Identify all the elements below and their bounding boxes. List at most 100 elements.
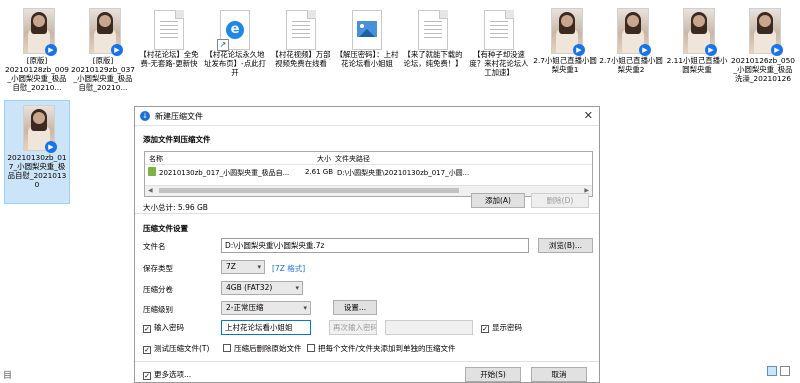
file-label: [原版] — [26, 56, 48, 65]
file-label: 20210128zb_009_小圆梨央重_极品自慰_20210... — [5, 65, 69, 92]
checkbox-checked-icon: ✓ — [143, 372, 151, 380]
file-label: 【村花论坛】全免费-无套路-更新快 — [139, 50, 199, 68]
file-item[interactable]: 【村花视频】万部视频免费在线看 — [268, 4, 334, 102]
file-item[interactable]: ▶ 2.7小姐己直播小圆梨央重1 — [532, 4, 598, 102]
file-label: 2.11小姐己直播小圆梨央重 — [666, 56, 728, 74]
format-info-link[interactable]: [7Z 格式] — [272, 263, 305, 274]
separate-archives-checkbox[interactable]: 把每个文件/文件夹添加到单独的压缩文件 — [307, 344, 456, 354]
text-document-icon — [154, 10, 184, 50]
edge-shortcut-icon: e ↗ — [217, 10, 250, 51]
play-icon: ▶ — [705, 44, 717, 56]
password-input[interactable]: 上村花论坛看小姐姐 — [221, 320, 311, 335]
status-bar-text: 目 — [3, 371, 13, 381]
file-item[interactable]: ▶ [原版] 20210128zb_009_小圆梨央重_极品自慰_20210..… — [4, 4, 70, 102]
scroll-left-icon[interactable]: ◀ — [148, 187, 153, 194]
file-item[interactable]: 【来了就能下载的论坛，纯免费！】 — [400, 4, 466, 102]
text-document-icon — [484, 10, 514, 50]
play-icon: ▶ — [111, 44, 123, 56]
test-archive-checkbox[interactable]: ✓ 测试压缩文件(T) — [143, 344, 209, 354]
filename-input[interactable]: D:\小圆梨央重\小圆梨央重.7z — [221, 238, 529, 253]
file-label: 【村花论坛永久地址发布页】-点此打开 — [204, 50, 266, 77]
column-name[interactable]: 名称 — [149, 154, 163, 164]
play-icon: ▶ — [573, 44, 585, 56]
file-item[interactable]: ▶ 2.11小姐己直播小圆梨央重 — [664, 4, 730, 102]
archive-file-icon — [148, 167, 156, 176]
file-item[interactable]: e ↗ 【村花论坛永久地址发布页】-点此打开 — [202, 4, 268, 102]
image-file-icon — [352, 10, 382, 50]
file-item[interactable]: ▶ 20210126zb_050_小圆梨央重_极品洗澡_20210126 — [730, 4, 796, 102]
file-label: 2.7小姐己直播小圆梨央重2 — [599, 56, 663, 74]
checkbox-checked-icon: ✓ — [481, 325, 489, 333]
chevron-down-icon: ▾ — [257, 263, 261, 271]
view-mode-toggle[interactable] — [764, 366, 794, 378]
file-label: 【来了就能下载的论坛，纯免费！】 — [403, 50, 463, 68]
file-item[interactable]: 【有种子却没速度？来村花论坛人工加速】 — [466, 4, 532, 102]
details-view-icon[interactable] — [767, 366, 777, 376]
play-icon: ▶ — [45, 141, 57, 153]
video-thumbnail: ▶ — [743, 6, 783, 56]
format-select[interactable]: 7Z ▾ — [221, 260, 265, 274]
video-thumbnail: ▶ — [83, 6, 123, 56]
volume-label: 压缩分卷 — [143, 285, 173, 294]
video-thumbnail: ▶ — [545, 6, 585, 56]
play-icon: ▶ — [45, 44, 57, 56]
delete-after-checkbox[interactable]: 压缩后删除原始文件 — [223, 344, 302, 354]
file-label: 【有种子却没速度？来村花论坛人工加速】 — [469, 50, 529, 77]
add-button[interactable]: 添加(A) — [471, 193, 525, 208]
list-header: 名称 大小 文件夹路径 — [145, 152, 592, 165]
file-item[interactable]: ▶ [原版] 20210129zb_037_小圆梨央重_极品自慰_20210..… — [70, 4, 136, 102]
large-icons-view-icon[interactable] — [780, 366, 790, 376]
browse-button[interactable]: 浏览(B)... — [538, 238, 593, 253]
checkbox-checked-icon: ✓ — [143, 325, 151, 333]
column-path[interactable]: 文件夹路径 — [335, 154, 370, 164]
play-icon: ▶ — [771, 44, 783, 56]
cancel-button[interactable]: 取消 — [531, 367, 587, 382]
file-item[interactable]: ▶ 2.7小姐己直播小圆梨央重2 — [598, 4, 664, 102]
item-path: D:\小圆梨央重\20210130zb_017_小圆... — [337, 169, 470, 177]
file-label: 【村花视频】万部视频免费在线看 — [271, 50, 331, 68]
level-label: 压缩级别 — [143, 305, 173, 314]
text-document-icon — [418, 10, 448, 50]
total-size-text: 大小总计: 5.96 GB — [143, 203, 208, 212]
list-item[interactable]: 20210130zb_017_小圆梨央重_极品自... 2.61 GB D:\小… — [145, 166, 592, 178]
volume-select[interactable]: 4GB (FAT32) ▾ — [221, 281, 303, 295]
checkbox-checked-icon: ✓ — [143, 346, 151, 354]
delete-button[interactable]: 删除(D) — [531, 193, 589, 208]
file-label: 20210126zb_050_小圆梨央重_极品洗澡_20210126 — [731, 56, 795, 83]
dialog-titlebar[interactable]: ↓ 新建压缩文件 ✕ — [135, 107, 599, 126]
file-label: 【解压密码】：上村花论坛看小姐姐 — [335, 50, 399, 68]
file-item[interactable]: 【村花论坛】全免费-无套路-更新快 — [136, 4, 202, 102]
add-files-section-title: 添加文件到压缩文件 — [143, 135, 211, 144]
settings-button[interactable]: 设置... — [333, 300, 377, 315]
video-thumbnail: ▶ — [611, 6, 651, 56]
text-document-icon — [286, 10, 316, 50]
show-password-checkbox[interactable]: ✓ 显示密码 — [481, 323, 522, 333]
close-icon[interactable]: ✕ — [584, 109, 593, 122]
file-label: [原版] 20210129zb_037_小圆梨央重_极品自慰_20210... — [71, 56, 135, 92]
video-thumbnail: ▶ — [17, 6, 57, 56]
item-size: 2.61 GB — [305, 168, 334, 176]
file-label: 20210130zb_017_小圆梨央重_极品自慰_20210130 — [7, 153, 67, 189]
video-thumbnail: ▶ — [17, 103, 57, 153]
filename-label: 文件名 — [143, 242, 166, 251]
app-logo-icon: ↓ — [140, 111, 150, 121]
item-name: 20210130zb_017_小圆梨央重_极品自... — [159, 169, 290, 177]
file-item[interactable]: 【解压密码】：上村花论坛看小姐姐 — [334, 4, 400, 102]
file-label: 2.7小姐己直播小圆梨央重1 — [533, 56, 597, 74]
password-checkbox[interactable]: ✓ 输入密码 — [143, 323, 184, 333]
compression-level-select[interactable]: 2-正常压缩 ▾ — [221, 301, 311, 315]
file-list[interactable]: 名称 大小 文件夹路径 20210130zb_017_小圆梨央重_极品自... … — [144, 151, 593, 197]
password-repeat-field[interactable] — [385, 320, 473, 335]
new-archive-dialog: ↓ 新建压缩文件 ✕ 添加文件到压缩文件 名称 大小 文件夹路径 2021013… — [134, 106, 600, 383]
column-size[interactable]: 大小 — [317, 154, 331, 164]
chevron-down-icon: ▾ — [295, 284, 299, 292]
play-icon: ▶ — [639, 44, 651, 56]
format-label: 保存类型 — [143, 264, 173, 273]
password-repeat-input[interactable]: 再次输入密码 — [329, 320, 377, 335]
more-options-checkbox[interactable]: ✓ 更多选项... — [143, 370, 191, 380]
archive-settings-section-title: 压缩文件设置 — [143, 224, 188, 233]
chevron-down-icon: ▾ — [303, 304, 307, 312]
file-item-selected[interactable]: ▶ 20210130zb_017_小圆梨央重_极品自慰_20210130 — [4, 100, 70, 204]
start-button[interactable]: 开始(S) — [465, 367, 521, 382]
video-thumbnail: ▶ — [677, 6, 717, 56]
